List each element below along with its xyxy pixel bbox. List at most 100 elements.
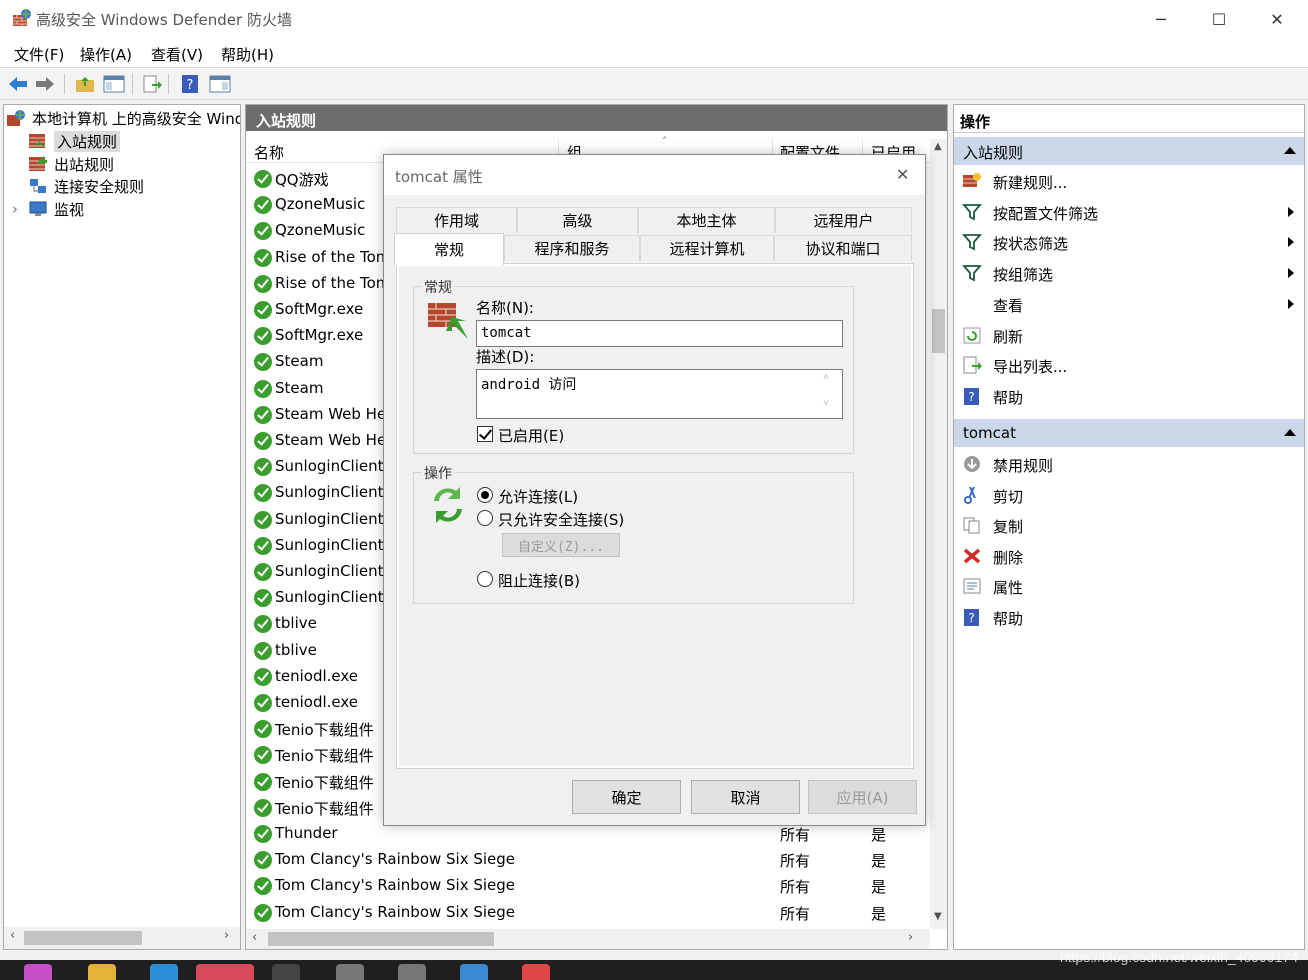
action-item[interactable]: 刷新 [954, 320, 1304, 350]
connection-security-icon [30, 179, 46, 193]
tab-protocols-ports[interactable]: 协议和端口 [774, 235, 912, 261]
tree-item-connection-security-rules[interactable]: 连接安全规则 [28, 175, 144, 197]
allow-secure-only-radio[interactable] [477, 510, 493, 526]
action-item[interactable]: 复制 [954, 510, 1304, 540]
collapse-icon[interactable] [1284, 147, 1296, 154]
tree-item-outbound-rules[interactable]: 出站规则 [28, 153, 114, 175]
help-button[interactable]: ? [178, 72, 202, 96]
action-item[interactable]: 导出列表... [954, 350, 1304, 380]
scroll-thumb[interactable] [268, 932, 494, 946]
action-item[interactable]: 属性 [954, 571, 1304, 601]
tree-item-monitoring[interactable]: 监视 [28, 198, 84, 220]
taskbar-app-icon[interactable] [398, 964, 426, 980]
scroll-up-icon[interactable]: ˄ [823, 372, 829, 384]
rule-name: SunloginClient [275, 535, 384, 554]
action-label: 帮助 [993, 388, 1024, 407]
enabled-checkbox[interactable] [477, 426, 493, 442]
taskbar-app-icon[interactable] [24, 964, 52, 980]
taskbar-folder-icon[interactable] [88, 964, 116, 980]
scroll-down-icon[interactable]: ˅ [823, 398, 829, 410]
taskbar-browser-icon[interactable] [150, 964, 178, 980]
actions-section-tomcat[interactable]: tomcat [954, 419, 1304, 447]
tab-general[interactable]: 常规 [394, 233, 504, 265]
apply-button[interactable]: 应用(A) [808, 780, 917, 814]
action-item[interactable]: ? 帮助 [954, 602, 1304, 632]
scroll-up-icon[interactable]: ▲ [934, 141, 942, 152]
scroll-thumb[interactable] [24, 931, 142, 945]
taskbar-app-icon[interactable] [522, 964, 550, 980]
scroll-down-icon[interactable]: ▼ [934, 911, 942, 922]
table-row[interactable]: Tom Clancy's Rainbow Six Siege 所有 是 [246, 873, 930, 899]
rule-name: SunloginClient [275, 483, 384, 502]
block-connection-radio[interactable] [477, 571, 493, 587]
table-row[interactable]: Tom Clancy's Rainbow Six Siege 所有 是 [246, 900, 930, 926]
allow-secure-only-label: 只允许安全连接(S) [498, 511, 625, 529]
name-field[interactable]: tomcat [476, 320, 843, 347]
tab-programs-services[interactable]: 程序和服务 [504, 235, 640, 261]
dialog-close-icon[interactable]: ✕ [896, 165, 909, 184]
column-header-name[interactable]: 名称 [254, 142, 284, 163]
action-item[interactable]: 禁用规则 [954, 449, 1304, 479]
table-row[interactable]: Tom Clancy's Rainbow Six Siege 所有 是 [246, 847, 930, 873]
tree-item-inbound-rules[interactable]: 入站规则 [28, 130, 121, 152]
taskbar-active-app-icon[interactable] [196, 964, 254, 980]
list-hscrollbar[interactable]: ‹ › [246, 929, 930, 949]
minimize-button[interactable]: ─ [1132, 0, 1190, 38]
tab-local-principals[interactable]: 本地主体 [638, 207, 775, 233]
enabled-check-icon [254, 589, 272, 608]
scroll-right-icon[interactable]: › [224, 928, 229, 943]
actions-section-inbound-rules[interactable]: 入站规则 [954, 137, 1304, 165]
export-list-button[interactable] [140, 72, 164, 96]
tree-hscrollbar[interactable]: ‹ › [4, 927, 240, 949]
taskbar-app-icon[interactable] [460, 964, 488, 980]
collapse-icon[interactable] [1284, 429, 1296, 436]
expand-chevron-icon[interactable]: › [12, 200, 18, 218]
ok-button[interactable]: 确定 [572, 780, 681, 814]
filter-icon [962, 265, 982, 282]
action-item[interactable]: 剪切 [954, 480, 1304, 510]
tab-scope[interactable]: 作用域 [396, 207, 517, 233]
action-item[interactable]: ? 帮助 [954, 381, 1304, 411]
menu-help[interactable]: 帮助(H) [221, 44, 274, 65]
taskbar-app-icon[interactable] [272, 964, 300, 980]
scroll-thumb[interactable] [932, 309, 945, 353]
action-item[interactable]: 删除 [954, 541, 1304, 571]
cancel-button[interactable]: 取消 [691, 780, 800, 814]
action-item[interactable]: 按组筛选 [954, 258, 1304, 288]
enabled-check-icon [254, 248, 272, 267]
scroll-right-icon[interactable]: › [908, 930, 913, 945]
outbound-rules-icon [29, 156, 47, 171]
description-field[interactable]: android 访问 ˄ ˅ [476, 369, 843, 419]
list-vscrollbar[interactable]: ▲ ▼ [930, 139, 947, 929]
maximize-button[interactable]: ☐ [1190, 0, 1248, 38]
menu-view[interactable]: 查看(V) [151, 44, 203, 65]
action-item[interactable]: 新建规则... [954, 166, 1304, 196]
menu-action[interactable]: 操作(A) [80, 44, 132, 65]
tree-root[interactable]: 本地计算机 上的高级安全 Windows Defender 防火墙 [6, 107, 240, 129]
rule-name: Tom Clancy's Rainbow Six Siege [275, 876, 516, 895]
action-item[interactable]: 按配置文件筛选 [954, 197, 1304, 227]
forward-arrow-icon [36, 77, 54, 91]
show-hide-console-tree-button[interactable] [102, 72, 126, 96]
customize-button[interactable]: 自定义(Z)... [502, 533, 620, 557]
rule-enabled: 是 [871, 826, 887, 844]
back-button[interactable] [6, 72, 30, 96]
action-item[interactable]: 按状态筛选 [954, 227, 1304, 257]
action-item[interactable]: 查看 [954, 289, 1304, 319]
tab-remote-computers[interactable]: 远程计算机 [640, 235, 774, 261]
up-folder-button[interactable] [73, 72, 97, 96]
show-hide-action-pane-button[interactable] [208, 72, 232, 96]
taskbar-app-icon[interactable] [336, 964, 364, 980]
enabled-check-icon [254, 641, 272, 660]
action-label: 导出列表... [993, 358, 1068, 377]
tab-advanced[interactable]: 高级 [517, 207, 638, 233]
menu-file[interactable]: 文件(F) [14, 44, 64, 65]
enabled-check-icon [254, 851, 272, 870]
enabled-check-icon [254, 274, 272, 293]
scroll-left-icon[interactable]: ‹ [252, 930, 257, 945]
forward-button[interactable] [33, 72, 57, 96]
close-button[interactable]: ✕ [1248, 0, 1306, 38]
tab-remote-users[interactable]: 远程用户 [775, 207, 912, 233]
allow-connection-radio[interactable] [477, 487, 493, 503]
scroll-left-icon[interactable]: ‹ [10, 928, 15, 943]
